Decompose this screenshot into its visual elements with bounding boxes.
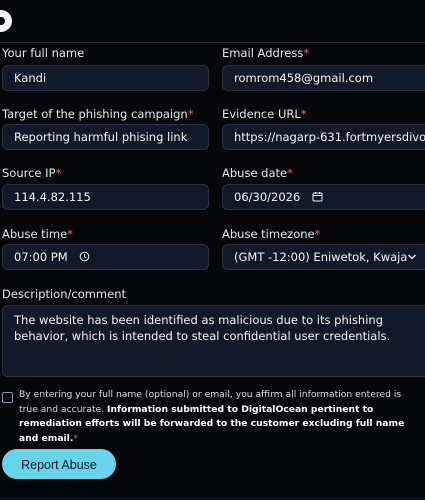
evidence-url-label: Evidence URL* [222,107,307,121]
source-ip-input[interactable]: 114.4.82.115 [2,184,209,210]
abuse-date-label: Abuse date* [222,166,293,180]
abuse-report-page: Your full name Kandi Email Address* romr… [0,0,425,500]
consent-checkbox[interactable] [2,392,13,403]
target-label: Target of the phishing campaign* [2,107,194,121]
chevron-down-icon[interactable] [407,245,417,269]
abuse-timezone-label: Abuse timezone* [222,227,321,241]
full-name-label: Your full name [2,46,85,60]
abuse-timezone-select[interactable]: (GMT -12:00) Eniwetok, Kwaja [222,244,425,270]
target-input[interactable]: Reporting harmful phising link [2,124,209,150]
header-divider [0,42,425,43]
description-textarea[interactable]: The website has been identified as malic… [2,305,425,377]
abuse-time-input[interactable]: 07:00 PM [2,244,209,270]
clock-icon[interactable] [79,246,90,270]
source-ip-label: Source IP* [2,166,62,180]
full-name-input[interactable]: Kandi [2,65,209,91]
abuse-time-label: Abuse time* [2,227,73,241]
consent-text: By entering your full name (optional) or… [19,389,405,444]
digitalocean-logo-icon [0,10,12,32]
calendar-icon[interactable] [312,186,323,210]
abuse-date-input[interactable]: 06/30/2026 [222,184,425,210]
email-label: Email Address* [222,46,310,60]
email-input[interactable]: romrom458@gmail.com [222,65,425,91]
evidence-url-input[interactable]: https://nagarp-631.fortmyersdivorcel [222,124,425,150]
footer-divider [0,498,425,499]
description-label: Description/comment [2,287,127,301]
report-abuse-button[interactable]: Report Abuse [2,449,116,479]
